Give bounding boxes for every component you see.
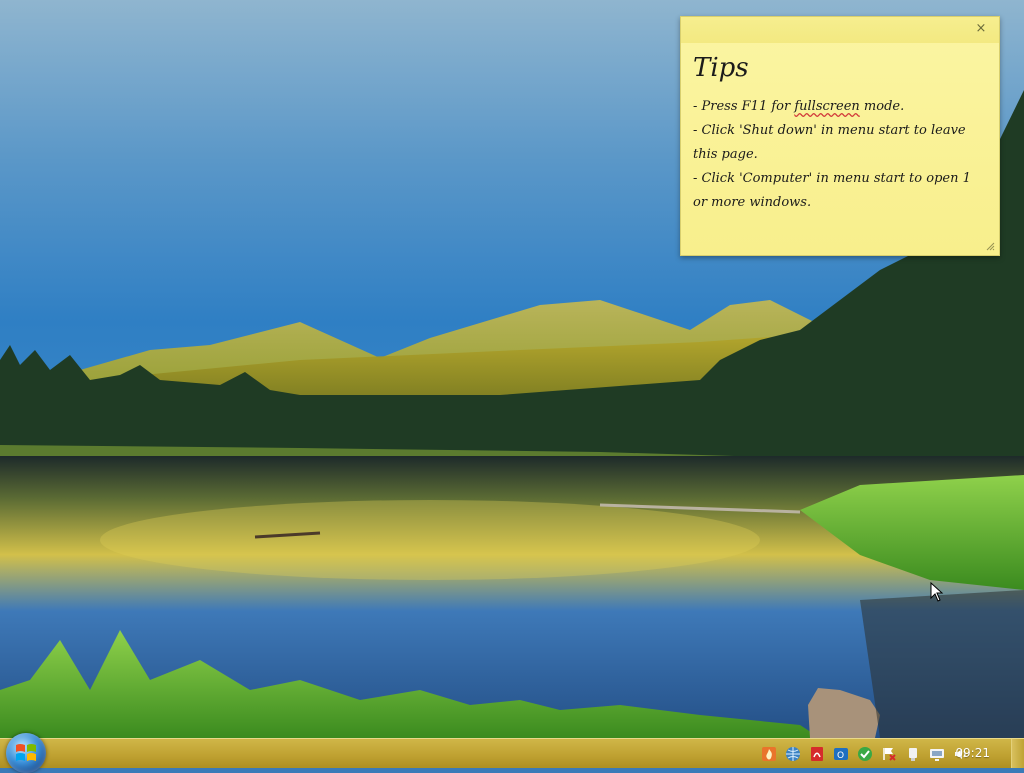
sticky-note-body[interactable]: Tips - Press F11 for fullscreen mode. - … bbox=[693, 53, 987, 241]
taskbar[interactable]: O 09:21 bbox=[0, 733, 1024, 773]
system-tray: O bbox=[760, 743, 970, 765]
svg-text:O: O bbox=[837, 751, 844, 761]
security-check-icon[interactable] bbox=[856, 745, 874, 763]
sticky-note[interactable]: × Tips - Press F11 for fullscreen mode. … bbox=[680, 16, 1000, 256]
usb-device-icon[interactable] bbox=[904, 745, 922, 763]
mouse-cursor-icon bbox=[930, 582, 944, 602]
taskbar-clock[interactable]: 09:21 bbox=[955, 746, 990, 760]
tip-highlight-word: fullscreen bbox=[794, 99, 860, 114]
tip-text: - Press F11 for bbox=[693, 99, 795, 114]
tip-text: mode. bbox=[859, 99, 905, 114]
sticky-note-title: Tips bbox=[693, 53, 749, 83]
outlook-icon[interactable]: O bbox=[832, 745, 850, 763]
windows-logo-icon bbox=[16, 744, 36, 761]
fire-icon[interactable] bbox=[760, 745, 778, 763]
close-icon[interactable]: × bbox=[973, 21, 989, 37]
start-button[interactable] bbox=[6, 733, 46, 773]
tip-fullscreen: - Press F11 for fullscreen mode. bbox=[693, 95, 987, 119]
action-center-flag-icon[interactable] bbox=[880, 745, 898, 763]
show-desktop-button[interactable] bbox=[1011, 739, 1024, 768]
display-icon[interactable] bbox=[928, 745, 946, 763]
tip-shut-down: - Click 'Shut down' in menu start to lea… bbox=[693, 123, 966, 162]
desktop[interactable]: × Tips - Press F11 for fullscreen mode. … bbox=[0, 0, 1024, 738]
resize-grip-icon[interactable] bbox=[985, 241, 995, 251]
network-globe-icon[interactable] bbox=[784, 745, 802, 763]
pdf-icon[interactable] bbox=[808, 745, 826, 763]
sticky-note-titlebar[interactable] bbox=[681, 17, 999, 43]
tip-computer: - Click 'Computer' in menu start to open… bbox=[693, 171, 971, 210]
